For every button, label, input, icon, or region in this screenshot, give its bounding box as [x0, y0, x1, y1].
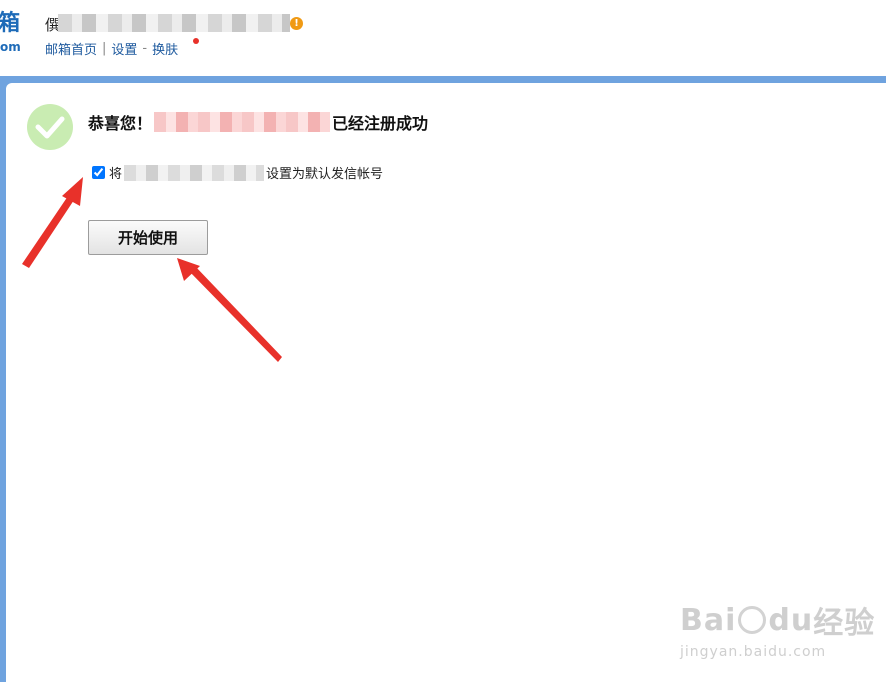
watermark-brand-part2: du — [768, 602, 814, 638]
link-separator: | — [102, 41, 107, 56]
watermark-brand-cn: 经验 — [813, 606, 876, 641]
settings-link[interactable]: 设置 — [111, 39, 137, 58]
success-message: 恭喜您！ 已经注册成功 — [88, 110, 428, 134]
header: 箱 om 僎 ! 邮箱首页 | 设置 - 换肤 — [0, 0, 886, 76]
new-indicator-dot — [193, 38, 199, 44]
page: 箱 om 僎 ! 邮箱首页 | 设置 - 换肤 恭喜您！ 已经注册成功 将 设置… — [0, 0, 886, 682]
content-panel: 恭喜您！ 已经注册成功 将 设置为默认发信帐号 开始使用 — [6, 83, 886, 682]
registered-email-redacted — [154, 112, 331, 132]
success-check-icon — [27, 104, 73, 150]
change-skin-link[interactable]: 换肤 — [152, 39, 178, 58]
default-sender-suffix: 设置为默认发信帐号 — [266, 167, 384, 182]
success-title-prefix: 恭喜您！ — [88, 114, 153, 133]
baidu-watermark: Bai du 经验 jingyan.baidu.com — [680, 598, 875, 661]
top-links: 邮箱首页 | 设置 - 换肤 — [45, 39, 178, 58]
watermark-brand-part1: Bai — [680, 602, 737, 638]
default-sender-option[interactable]: 将 设置为默认发信帐号 — [92, 163, 383, 182]
warning-icon[interactable]: ! — [290, 17, 303, 30]
content-frame: 恭喜您！ 已经注册成功 将 设置为默认发信帐号 开始使用 — [0, 76, 886, 682]
mail-home-link[interactable]: 邮箱首页 — [45, 39, 97, 58]
account-name-redacted — [58, 14, 290, 32]
watermark-url: jingyan.baidu.com — [680, 644, 827, 660]
sender-address-redacted — [124, 164, 265, 181]
success-title-suffix: 已经注册成功 — [332, 114, 429, 133]
default-sender-prefix: 将 — [109, 167, 123, 182]
paw-icon — [738, 606, 767, 634]
start-using-button[interactable]: 开始使用 — [88, 220, 208, 255]
default-sender-checkbox[interactable] — [92, 166, 105, 179]
link-separator: - — [142, 41, 148, 56]
watermark-brand: Bai du 经验 — [680, 598, 875, 642]
logo[interactable]: 箱 — [0, 12, 20, 36]
logo-subtext: om — [0, 40, 21, 54]
